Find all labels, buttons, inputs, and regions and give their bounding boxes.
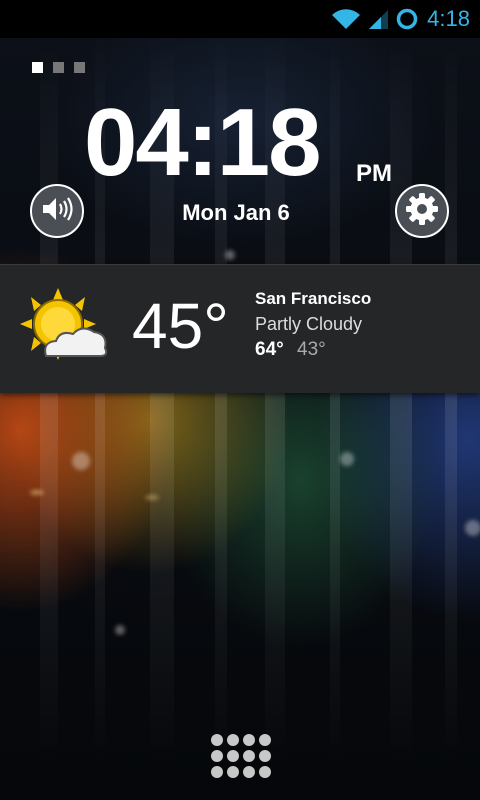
weather-condition: Partly Cloudy [255,314,363,334]
gear-icon [405,192,439,231]
status-time: 4:18 [427,6,470,31]
page-dot-active[interactable] [32,62,43,73]
speaker-volume-icon [40,194,74,229]
status-bar: 4:18 [0,0,480,38]
temperature-range: 64° 43° [255,339,326,361]
page-indicator[interactable] [32,62,95,73]
signal-icon [367,8,389,30]
wifi-icon [331,8,361,30]
current-temperature: 45° [132,290,229,362]
sync-ring-icon [395,7,419,31]
settings-button[interactable] [395,184,449,238]
app-grid-icon [211,734,223,746]
clock-ampm: PM [356,160,392,187]
sun-cloud-icon [16,286,110,375]
low-temperature: 43° [297,339,326,360]
page-dot[interactable] [74,62,85,73]
high-temperature: 64° [255,339,284,360]
page-dot[interactable] [53,62,64,73]
clock-time[interactable]: 04:18 [84,88,322,198]
app-drawer-button[interactable] [211,734,271,778]
weather-city: San Francisco [255,289,372,308]
sound-button[interactable] [30,184,84,238]
